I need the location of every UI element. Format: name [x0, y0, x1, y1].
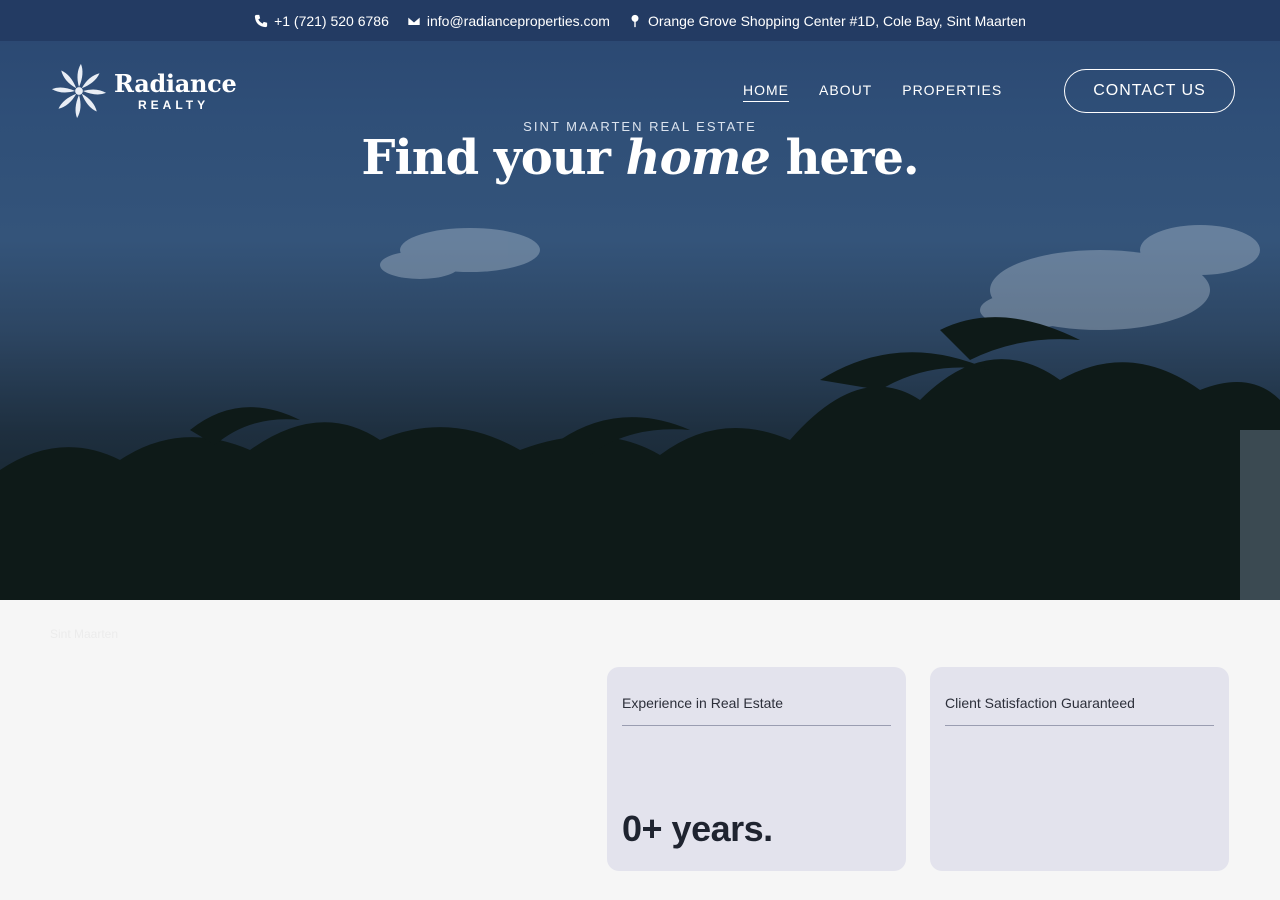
stat-label: Client Satisfaction Guaranteed — [945, 695, 1135, 711]
nav-properties[interactable]: PROPERTIES — [902, 82, 1002, 102]
divider — [622, 725, 891, 726]
stat-label: Experience in Real Estate — [622, 695, 784, 711]
envelope-icon — [407, 15, 421, 26]
stat-card-experience: Experience in Real Estate 0+ years. — [607, 667, 906, 871]
faint-caption: Sint Maarten — [50, 627, 119, 641]
headline-pre: Find your — [361, 130, 626, 186]
stat-value: 0+ years. — [622, 808, 773, 849]
hero-headline: Find your home here. — [0, 130, 1280, 186]
stat-card-satisfaction: Client Satisfaction Guaranteed — [930, 667, 1229, 871]
nav-home[interactable]: HOME — [743, 82, 789, 102]
brand-subtitle: REALTY — [138, 97, 210, 112]
address-link[interactable]: Orange Grove Shopping Center #1D, Cole B… — [628, 13, 1026, 29]
main-nav: HOME ABOUT PROPERTIES — [743, 82, 1002, 102]
email-link[interactable]: info@radianceproperties.com — [407, 13, 610, 29]
divider — [945, 725, 1214, 726]
nav-about[interactable]: ABOUT — [819, 82, 872, 102]
email-text: info@radianceproperties.com — [426, 12, 610, 29]
contact-us-button[interactable]: CONTACT US — [1064, 69, 1235, 113]
stats-section: Sint Maarten Experience in Real Estate 0… — [0, 600, 1280, 900]
phone-icon — [254, 14, 268, 27]
phone-text: +1 (721) 520 6786 — [274, 12, 389, 29]
contact-bar: +1 (721) 520 6786 info@radiancepropertie… — [0, 0, 1280, 41]
headline-emphasis: home — [625, 130, 771, 186]
headline-post: here. — [769, 130, 920, 186]
address-text: Orange Grove Shopping Center #1D, Cole B… — [647, 12, 1026, 29]
brand-logo[interactable]: Radiance REALTY — [50, 62, 237, 120]
hero-section: +1 (721) 520 6786 info@radiancepropertie… — [0, 0, 1280, 600]
map-pin-icon — [631, 14, 639, 27]
brand-name: Radiance — [114, 68, 237, 98]
sun-logo-icon — [51, 63, 107, 119]
phone-link[interactable]: +1 (721) 520 6786 — [254, 13, 389, 29]
